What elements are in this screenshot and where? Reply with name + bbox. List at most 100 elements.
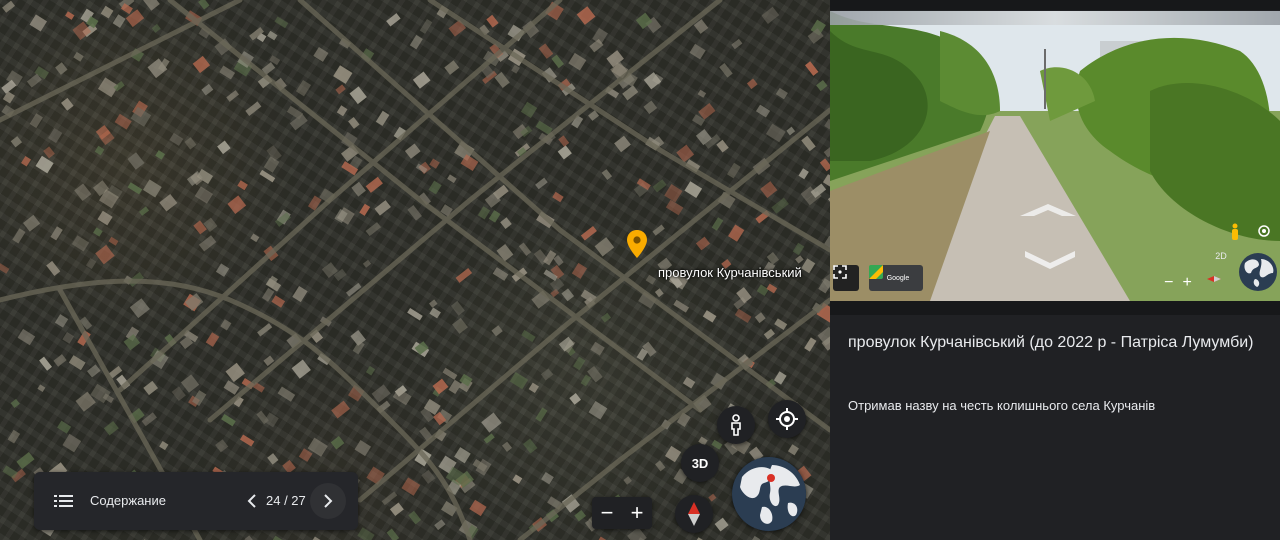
rooftop xyxy=(2,0,16,13)
rooftop xyxy=(442,367,458,380)
target-button[interactable] xyxy=(1256,223,1278,245)
rooftop xyxy=(295,80,312,97)
rooftop xyxy=(151,23,161,33)
rooftop xyxy=(348,117,360,129)
table-of-contents-bar: Содержание 24 / 27 xyxy=(34,472,358,530)
fullscreen-button[interactable] xyxy=(833,265,859,291)
rooftop xyxy=(362,259,372,268)
panel-top-bar xyxy=(830,0,1280,10)
street-view-image[interactable]: Google 2D − + xyxy=(830,11,1280,301)
rooftop xyxy=(267,453,279,465)
location-pin-icon[interactable] xyxy=(626,229,648,259)
rooftop xyxy=(501,441,513,452)
rooftop xyxy=(389,502,404,517)
zoom-out-button[interactable]: − xyxy=(601,500,614,526)
rooftop xyxy=(734,308,752,323)
my-location-button[interactable] xyxy=(768,400,806,438)
target-icon xyxy=(1258,225,1270,237)
rooftop xyxy=(483,433,495,444)
rooftop xyxy=(257,323,273,337)
mode-2d-label[interactable]: 2D xyxy=(1211,249,1231,263)
rooftop xyxy=(481,412,502,433)
rooftop xyxy=(786,126,796,136)
rooftop xyxy=(244,535,254,540)
rooftop xyxy=(220,319,232,331)
place-description: Отримав назву на честь колишнього села К… xyxy=(848,398,1156,413)
sv-compass-button[interactable] xyxy=(1206,271,1226,291)
rooftop xyxy=(352,340,365,355)
rooftop xyxy=(50,226,63,241)
rooftop xyxy=(12,228,26,244)
place-title: провулок Курчанівський (до 2022 р - Патр… xyxy=(848,334,1254,351)
rooftop xyxy=(267,30,278,41)
rooftop xyxy=(643,72,662,90)
rooftop xyxy=(792,242,805,256)
3d-button[interactable]: 3D xyxy=(681,444,719,482)
rooftop xyxy=(763,328,775,340)
rooftop xyxy=(509,372,529,390)
next-slide-button[interactable] xyxy=(310,483,346,519)
rooftop xyxy=(371,384,391,403)
satellite-map[interactable]: провулок Курчанівський 3D − + Содержание… xyxy=(0,0,830,540)
rooftop xyxy=(291,359,311,379)
rooftop xyxy=(571,262,588,279)
panel-divider-bar xyxy=(830,301,1280,315)
pegman-icon xyxy=(1232,223,1238,240)
rooftop xyxy=(684,181,703,198)
rooftop xyxy=(100,5,114,19)
rooftop xyxy=(359,203,371,216)
compass-button[interactable] xyxy=(675,495,713,533)
globe-button[interactable] xyxy=(732,457,806,531)
rooftop xyxy=(535,407,548,422)
rooftop xyxy=(21,155,31,167)
slide-counter: 24 / 27 xyxy=(266,493,306,508)
rooftop xyxy=(114,113,132,130)
rooftop xyxy=(746,78,758,90)
rooftop xyxy=(541,472,554,485)
zoom-in-button[interactable]: + xyxy=(631,500,644,526)
rooftop xyxy=(551,54,565,69)
rooftop xyxy=(801,135,816,152)
rooftop xyxy=(37,384,46,393)
rooftop xyxy=(486,14,499,28)
compass-icon xyxy=(1207,276,1221,282)
rooftop xyxy=(47,128,63,144)
rooftop xyxy=(159,441,169,451)
rooftop xyxy=(138,206,150,216)
sv-globe-button[interactable] xyxy=(1239,253,1277,291)
rooftop xyxy=(818,278,830,294)
rooftop xyxy=(761,6,780,24)
rooftop xyxy=(574,509,587,522)
toc-label[interactable]: Содержание xyxy=(90,493,166,508)
rooftop xyxy=(429,158,440,169)
prev-slide-button[interactable] xyxy=(240,488,264,514)
rooftop xyxy=(553,255,564,266)
rooftop xyxy=(412,71,431,89)
rooftop xyxy=(711,439,723,450)
rooftop xyxy=(261,287,275,302)
rooftop xyxy=(652,224,665,236)
sv-zoom-in-button[interactable]: + xyxy=(1183,274,1192,292)
rooftop xyxy=(751,535,761,540)
pin-label[interactable]: провулок Курчанівський xyxy=(658,265,802,280)
rooftop xyxy=(62,433,82,453)
rooftop xyxy=(330,435,345,450)
pegman-button[interactable] xyxy=(717,406,755,444)
rooftop xyxy=(518,242,532,256)
rooftop xyxy=(215,439,229,453)
list-icon[interactable] xyxy=(54,492,74,510)
globe-icon xyxy=(732,457,806,531)
google-thumbnail-button[interactable]: Google xyxy=(869,265,923,291)
rooftop xyxy=(819,158,830,172)
rooftop xyxy=(817,326,830,346)
sv-zoom-out-button[interactable]: − xyxy=(1164,274,1173,292)
rooftop xyxy=(697,89,707,98)
rooftop xyxy=(374,200,391,216)
rooftop xyxy=(357,527,375,540)
rooftop xyxy=(664,445,682,463)
rooftop xyxy=(469,499,487,517)
rooftop xyxy=(561,288,575,302)
pegman-button[interactable] xyxy=(1230,223,1244,247)
rooftop xyxy=(491,325,503,337)
rooftop xyxy=(627,527,647,540)
